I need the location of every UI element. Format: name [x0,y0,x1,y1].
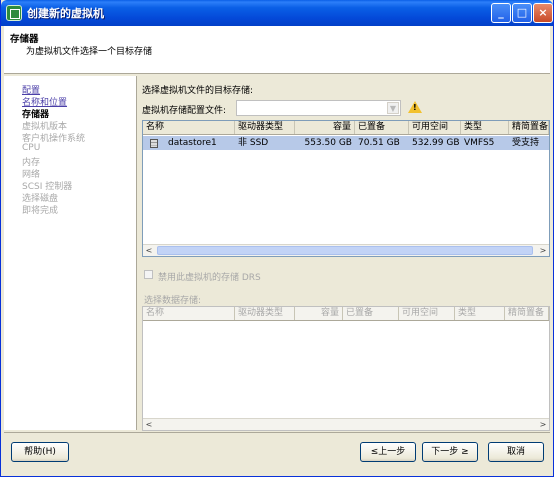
section-title: 选择虚拟机文件的目标存储: [142,86,254,96]
cell-capacity: 553.50 GB [304,138,352,148]
nav-step-ready: 即将完成 [22,206,59,216]
select-datastore-label: 选择数据存储: [144,296,202,306]
main-panel: 选择虚拟机文件的目标存储: 虚拟机存储配置文件: ▼ ! 名称 驱动器类型 容量… [140,76,550,431]
chevron-down-icon[interactable]: ▼ [387,102,399,114]
table-row[interactable]: datastore1 非 SSD 553.50 GB 70.51 GB 532.… [143,136,549,150]
profile-label: 虚拟机存储配置文件: [142,106,227,116]
back-button[interactable]: ≤上一步 [360,442,416,462]
col-header-capacity[interactable]: 容量 [295,121,355,134]
maximize-button[interactable]: □ [512,3,532,23]
horizontal-scrollbar[interactable]: < > [143,244,549,256]
close-button[interactable]: × [533,3,553,23]
col2-header-thin: 精简置备 [505,307,549,320]
table-header: 名称 驱动器类型 容量 已置备 可用空间 类型 精简置备 [143,121,549,135]
col-header-type[interactable]: 类型 [461,121,509,134]
drs-label: 禁用此虚拟机的存储 DRS [158,273,261,283]
col2-header-drive-type: 驱动器类型 [235,307,295,320]
wizard-steps-nav: 配置 名称和位置 存储器 虚拟机版本 客户机操作系统 CPU 内存 网络 SCS… [4,76,137,430]
cell-drive-type: 非 SSD [238,138,269,148]
window-title: 创建新的虚拟机 [27,7,104,20]
cell-provisioned: 70.51 GB [358,138,400,148]
col2-header-free: 可用空间 [399,307,455,320]
cancel-button[interactable]: 取消 [488,442,544,462]
col-header-free[interactable]: 可用空间 [409,121,461,134]
col2-header-type: 类型 [455,307,505,320]
col2-header-provisioned: 已置备 [343,307,399,320]
scroll-left-button-2: < [145,420,153,429]
warning-icon: ! [408,101,422,113]
col-header-thin[interactable]: 精简置备 [509,121,549,134]
horizontal-scrollbar-2: < > [143,418,549,430]
next-button[interactable]: 下一步 ≥ [422,442,478,462]
page-title: 存储器 [10,34,39,45]
footer-divider [4,432,550,433]
cell-name: datastore1 [168,138,217,148]
col2-header-name: 名称 [143,307,235,320]
table2-header: 名称 驱动器类型 容量 已置备 可用空间 类型 精简置备 [143,307,549,321]
vm-app-icon [6,5,22,21]
minimize-button[interactable]: _ [491,3,511,23]
wizard-header: 存储器 为虚拟机文件选择一个目标存储 [4,26,550,74]
datastore-icon [150,139,158,148]
help-button[interactable]: 帮助(H) [11,442,69,462]
wizard-window: 创建新的虚拟机 _ □ × 存储器 为虚拟机文件选择一个目标存储 配置 名称和位… [0,0,554,477]
col2-header-capacity: 容量 [295,307,343,320]
col-header-provisioned[interactable]: 已置备 [355,121,409,134]
profile-select[interactable]: ▼ [236,100,401,116]
cell-type: VMFS5 [464,138,495,148]
title-bar[interactable]: 创建新的虚拟机 _ □ × [1,0,553,26]
col-header-name[interactable]: 名称 [143,121,235,134]
datastore-table: 名称 驱动器类型 容量 已置备 可用空间 类型 精简置备 datastore1 … [142,120,550,257]
nav-step-cpu: CPU [22,143,41,153]
scroll-right-button-2: > [539,420,547,429]
col-header-drive-type[interactable]: 驱动器类型 [235,121,295,134]
scroll-thumb[interactable] [157,246,533,255]
scroll-right-button[interactable]: > [537,245,549,256]
cell-free: 532.99 GB [412,138,460,148]
datastore-table-disabled: 名称 驱动器类型 容量 已置备 可用空间 类型 精简置备 < > [142,306,550,431]
drs-checkbox[interactable] [144,270,153,279]
cell-thin: 受支持 [512,138,540,148]
page-subtitle: 为虚拟机文件选择一个目标存储 [26,47,153,57]
scroll-left-button[interactable]: < [143,245,155,256]
